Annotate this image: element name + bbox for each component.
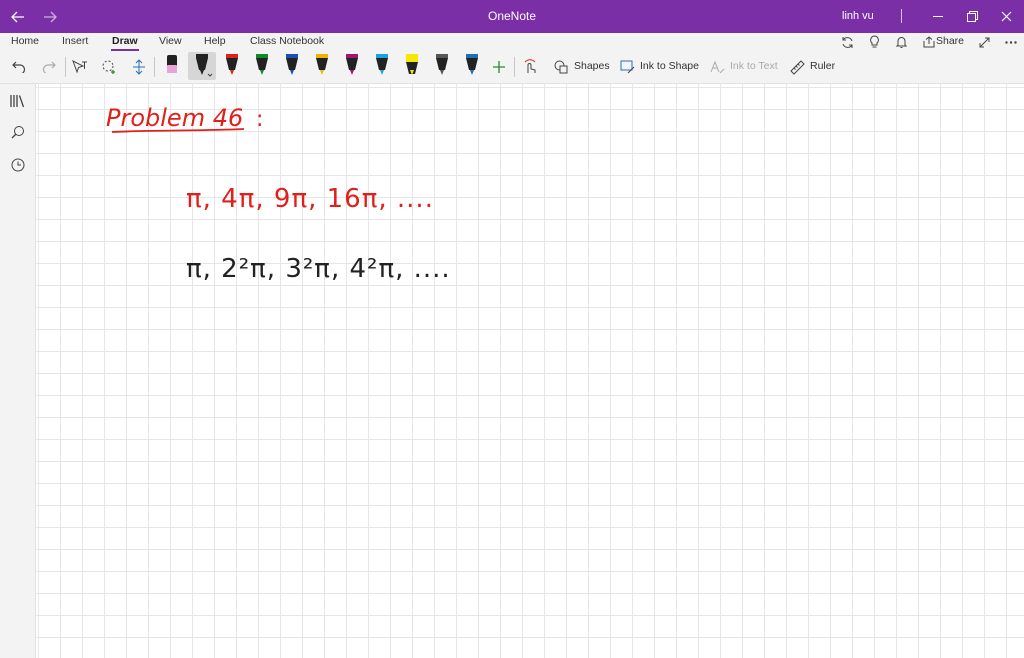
pen-tool[interactable] [312, 52, 332, 80]
ink-to-text-button[interactable]: Ink to Text [730, 60, 778, 72]
sequence-line-1: π, 4π, 9π, 16π, .... [186, 184, 434, 214]
share-icon[interactable] [921, 33, 937, 51]
bell-icon[interactable] [892, 33, 910, 51]
more-options-icon[interactable] [1002, 33, 1020, 51]
user-name[interactable]: linh vu [842, 10, 874, 22]
type-select-icon[interactable] [71, 53, 89, 81]
search-icon[interactable] [8, 122, 28, 142]
toolbar-divider [514, 57, 515, 77]
navigation-sidebar [0, 84, 36, 658]
add-space-icon[interactable] [130, 53, 148, 81]
pen-tool[interactable] [432, 52, 452, 80]
eraser-tool[interactable] [162, 52, 182, 80]
tab-insert[interactable]: Insert [62, 35, 88, 47]
sequence-line-2: π, 2²π, 3²π, 4²π, .... [186, 254, 451, 284]
pen-tool[interactable] [252, 52, 272, 80]
heading-colon: : [256, 107, 263, 132]
sync-icon[interactable] [838, 33, 856, 51]
ruler-button[interactable]: Ruler [810, 60, 835, 72]
note-canvas[interactable]: Problem 46 : π, 4π, 9π, 16π, .... π, 2²π… [36, 84, 1024, 658]
undo-icon[interactable] [10, 53, 28, 81]
ink-to-text-icon[interactable] [709, 53, 725, 81]
tab-draw[interactable]: Draw [111, 35, 139, 51]
problem-heading: Problem 46 [106, 104, 243, 132]
expand-icon[interactable] [975, 33, 993, 51]
pen-tool[interactable] [402, 52, 422, 80]
tab-home[interactable]: Home [11, 35, 39, 47]
lasso-select-icon[interactable] [100, 53, 118, 81]
ink-to-shape-icon[interactable] [619, 53, 635, 81]
shapes-icon[interactable] [553, 53, 569, 81]
ribbon: Home Insert Draw View Help Class Noteboo… [0, 33, 1024, 84]
title-bar: OneNote linh vu [0, 0, 1024, 33]
shapes-button[interactable]: Shapes [574, 60, 610, 72]
title-separator [901, 9, 902, 23]
tab-help[interactable]: Help [204, 35, 226, 47]
pen-tool[interactable] [462, 52, 482, 80]
recent-notes-icon[interactable] [8, 155, 28, 175]
ruler-icon[interactable] [789, 53, 805, 81]
share-button[interactable]: Share [936, 35, 964, 47]
pen-tool[interactable] [342, 52, 362, 80]
ink-to-shape-button[interactable]: Ink to Shape [640, 60, 699, 72]
ribbon-tabs: Home Insert Draw View Help Class Noteboo… [0, 33, 1024, 53]
minimize-icon[interactable] [920, 0, 956, 33]
ink-layer: Problem 46 : π, 4π, 9π, 16π, .... π, 2²π… [106, 104, 451, 284]
touch-drawing-icon[interactable] [521, 53, 541, 81]
tab-view[interactable]: View [159, 35, 182, 47]
redo-icon[interactable] [40, 53, 58, 81]
pen-tool[interactable] [188, 52, 216, 80]
pen-tool[interactable] [282, 52, 302, 80]
tab-class-notebook[interactable]: Class Notebook [250, 35, 324, 47]
lightbulb-icon[interactable] [865, 33, 883, 51]
close-icon[interactable] [988, 0, 1024, 33]
add-pen-icon[interactable] [490, 53, 508, 81]
pen-tool[interactable] [372, 52, 392, 80]
restore-icon[interactable] [954, 0, 990, 33]
notebooks-icon[interactable] [8, 91, 28, 111]
pen-tool[interactable] [222, 52, 242, 80]
toolbar-divider [154, 57, 155, 77]
toolbar-divider [65, 57, 66, 77]
